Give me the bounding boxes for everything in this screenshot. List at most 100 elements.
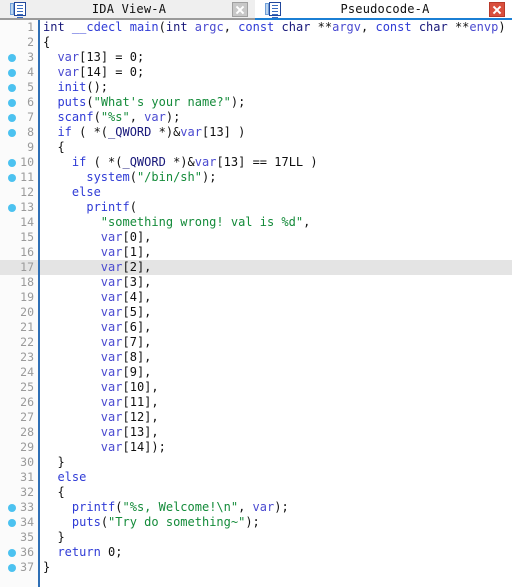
code-line[interactable]: init();	[40, 80, 512, 95]
code-line[interactable]: if ( *(_QWORD *)&var[13] == 17LL )	[40, 155, 512, 170]
line-number[interactable]: 35	[0, 530, 38, 545]
code-area[interactable]: int __cdecl main(int argc, const char **…	[38, 20, 512, 587]
line-number[interactable]: 16	[0, 245, 38, 260]
code-line[interactable]: }	[40, 455, 512, 470]
code-line[interactable]: var[13] = 0;	[40, 50, 512, 65]
code-token-pl: (	[100, 515, 109, 529]
line-number[interactable]: 25	[0, 380, 38, 395]
code-line[interactable]: else	[40, 185, 512, 200]
breakpoint-marker-icon[interactable]	[8, 83, 16, 92]
line-number[interactable]: 23	[0, 350, 38, 365]
line-number[interactable]: 12	[0, 185, 38, 200]
code-line[interactable]: {	[40, 35, 512, 50]
line-number[interactable]: 3	[0, 50, 38, 65]
code-line[interactable]: var[8],	[40, 350, 512, 365]
breakpoint-marker-icon[interactable]	[8, 548, 16, 557]
code-line[interactable]: var[1],	[40, 245, 512, 260]
code-line[interactable]: var[14]);	[40, 440, 512, 455]
code-line[interactable]: {	[40, 485, 512, 500]
code-line[interactable]: var[14] = 0;	[40, 65, 512, 80]
line-number[interactable]: 29	[0, 440, 38, 455]
line-number[interactable]: 9	[0, 140, 38, 155]
code-token-pl: ],	[136, 290, 152, 304]
code-line[interactable]: int __cdecl main(int argc, const char **…	[40, 20, 512, 35]
code-line[interactable]: var[3],	[40, 275, 512, 290]
code-line[interactable]: printf(	[40, 200, 512, 215]
code-line[interactable]: scanf("%s", var);	[40, 110, 512, 125]
code-line[interactable]: var[7],	[40, 335, 512, 350]
line-number[interactable]: 28	[0, 425, 38, 440]
line-number[interactable]: 10	[0, 155, 38, 170]
line-number[interactable]: 13	[0, 200, 38, 215]
tab-pseudocode-a[interactable]: Pseudocode-A	[255, 0, 512, 20]
line-number[interactable]: 2	[0, 35, 38, 50]
code-line[interactable]: return 0;	[40, 545, 512, 560]
code-line[interactable]: var[10],	[40, 380, 512, 395]
line-number[interactable]: 31	[0, 470, 38, 485]
breakpoint-marker-icon[interactable]	[8, 203, 16, 212]
line-number[interactable]: 19	[0, 290, 38, 305]
tab-ida-view-a[interactable]: IDA View-A	[0, 0, 255, 20]
code-line[interactable]: {	[40, 140, 512, 155]
code-line[interactable]: var[2],	[40, 260, 512, 275]
line-number[interactable]: 11	[0, 170, 38, 185]
breakpoint-marker-icon[interactable]	[8, 563, 16, 572]
line-number[interactable]: 37	[0, 560, 38, 575]
breakpoint-marker-icon[interactable]	[8, 173, 16, 182]
close-icon[interactable]	[232, 1, 248, 17]
line-number[interactable]: 1	[0, 20, 38, 35]
line-number[interactable]: 21	[0, 320, 38, 335]
line-number[interactable]: 14	[0, 215, 38, 230]
code-line[interactable]: var[9],	[40, 365, 512, 380]
code-line[interactable]: var[12],	[40, 410, 512, 425]
line-number-gutter[interactable]: 1 2 3 4 5 6 7 8 9 10 11 12 13 14 15 16 17 18 19 20 21 22 23 24 2…	[0, 20, 38, 587]
line-number[interactable]: 33	[0, 500, 38, 515]
code-line[interactable]: var[11],	[40, 395, 512, 410]
line-number[interactable]: 8	[0, 125, 38, 140]
code-token-num: 7	[129, 335, 137, 349]
code-line[interactable]: printf("%s, Welcome!\n", var);	[40, 500, 512, 515]
line-number[interactable]: 26	[0, 395, 38, 410]
line-number[interactable]: 4	[0, 65, 38, 80]
code-line[interactable]: var[5],	[40, 305, 512, 320]
line-number[interactable]: 6	[0, 95, 38, 110]
breakpoint-marker-icon[interactable]	[8, 113, 16, 122]
code-token-kw: const	[375, 20, 412, 34]
breakpoint-marker-icon[interactable]	[8, 53, 16, 62]
line-number[interactable]: 36	[0, 545, 38, 560]
code-line[interactable]: if ( *(_QWORD *)&var[13] )	[40, 125, 512, 140]
line-number[interactable]: 22	[0, 335, 38, 350]
code-line[interactable]: system("/bin/sh");	[40, 170, 512, 185]
line-number[interactable]: 30	[0, 455, 38, 470]
code-line[interactable]: var[0],	[40, 230, 512, 245]
breakpoint-marker-icon[interactable]	[8, 518, 16, 527]
line-number[interactable]: 18	[0, 275, 38, 290]
line-number[interactable]: 27	[0, 410, 38, 425]
line-number[interactable]: 20	[0, 305, 38, 320]
line-number[interactable]: 5	[0, 80, 38, 95]
code-token-pl: ,	[223, 20, 239, 34]
line-number[interactable]: 34	[0, 515, 38, 530]
code-line[interactable]: "something wrong! val is %d",	[40, 215, 512, 230]
line-number[interactable]: 24	[0, 365, 38, 380]
line-number[interactable]: 7	[0, 110, 38, 125]
line-number[interactable]: 15	[0, 230, 38, 245]
line-number[interactable]: 32	[0, 485, 38, 500]
breakpoint-marker-icon[interactable]	[8, 68, 16, 77]
breakpoint-marker-icon[interactable]	[8, 98, 16, 107]
line-number-label: 24	[20, 365, 34, 379]
line-number[interactable]: 17	[0, 260, 38, 275]
code-line[interactable]: var[13],	[40, 425, 512, 440]
breakpoint-marker-icon[interactable]	[8, 128, 16, 137]
code-line[interactable]: puts("Try do something~");	[40, 515, 512, 530]
breakpoint-marker-icon[interactable]	[8, 158, 16, 167]
code-line[interactable]: var[6],	[40, 320, 512, 335]
code-line[interactable]: var[4],	[40, 290, 512, 305]
code-line[interactable]: }	[40, 530, 512, 545]
code-line[interactable]: puts("What's your name?");	[40, 95, 512, 110]
close-icon[interactable]	[489, 1, 505, 17]
breakpoint-marker-icon[interactable]	[8, 503, 16, 512]
code-line[interactable]: }	[40, 560, 512, 575]
code-line[interactable]: else	[40, 470, 512, 485]
